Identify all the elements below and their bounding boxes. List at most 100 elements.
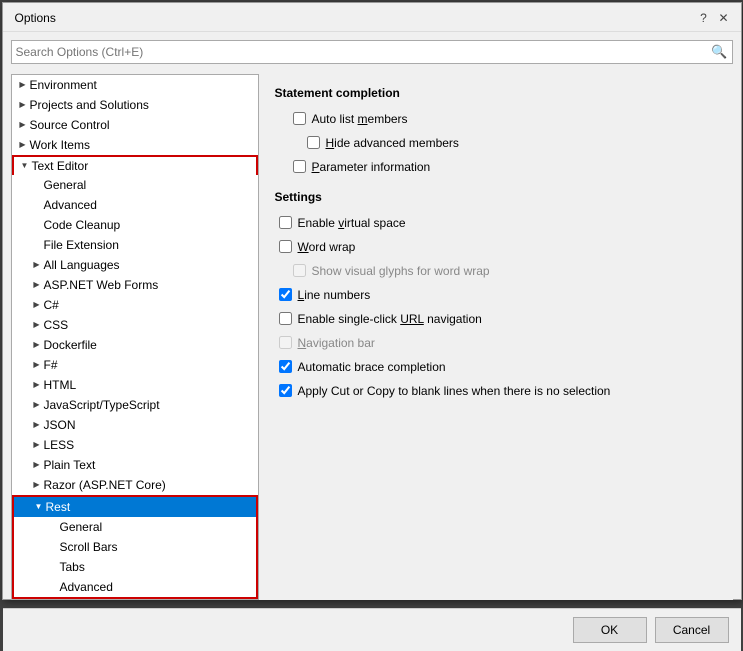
settings-section: Settings Enable virtual space Word wrap … <box>275 190 717 402</box>
tree-item-less[interactable]: LESS <box>12 435 258 455</box>
help-button[interactable]: ? <box>695 9 713 27</box>
tree-item-html[interactable]: HTML <box>12 375 258 395</box>
visual-glyphs-checkbox[interactable] <box>293 264 306 277</box>
search-row: 🔍 <box>11 40 733 64</box>
auto-list-label: Auto list members <box>312 112 408 126</box>
tree-item-environment[interactable]: Environment <box>12 75 258 95</box>
rest-group: Rest General Scroll Bars Tabs Advanced <box>12 495 258 599</box>
tree-item-general[interactable]: General <box>12 175 258 195</box>
tree-label: Razor (ASP.NET Core) <box>44 478 258 492</box>
tree-label: Environment <box>30 78 258 92</box>
tree-arrow <box>32 500 46 514</box>
tree-item-rest[interactable]: Rest <box>14 497 256 517</box>
virtual-space-label: Enable virtual space <box>298 216 406 230</box>
url-nav-checkbox[interactable] <box>279 312 292 325</box>
virtual-space-checkbox[interactable] <box>279 216 292 229</box>
tree-label: JSON <box>44 418 258 432</box>
param-info-checkbox[interactable] <box>293 160 306 173</box>
tree-label: Advanced <box>60 580 256 594</box>
tree-arrow <box>30 258 44 272</box>
tree-item-dockerfile[interactable]: Dockerfile <box>12 335 258 355</box>
tree-label: Advanced <box>44 198 258 212</box>
tree-label: Rest <box>46 500 256 514</box>
tree-label: Source Control <box>30 118 258 132</box>
tree-label: Code Cleanup <box>44 218 258 232</box>
hide-advanced-checkbox[interactable] <box>307 136 320 149</box>
tree-item-rest-advanced[interactable]: Advanced <box>14 577 256 597</box>
tree-item-rest-tabs[interactable]: Tabs <box>14 557 256 577</box>
tree-item-text-editor[interactable]: Text Editor <box>12 155 258 175</box>
tree-arrow <box>30 278 44 292</box>
tree-arrow <box>30 398 44 412</box>
auto-list-checkbox[interactable] <box>293 112 306 125</box>
tree-item-razor[interactable]: Razor (ASP.NET Core) <box>12 475 258 495</box>
brace-completion-checkbox[interactable] <box>279 360 292 373</box>
tree-item-all-languages[interactable]: All Languages <box>12 255 258 275</box>
tree-label: Dockerfile <box>44 338 258 352</box>
tree-item-aspnet[interactable]: ASP.NET Web Forms <box>12 275 258 295</box>
tree-label: General <box>44 178 258 192</box>
tree-label: C# <box>44 298 258 312</box>
tree-label: Scroll Bars <box>60 540 256 554</box>
tree-item-work-items[interactable]: Work Items <box>12 135 258 155</box>
tree-label: F# <box>44 358 258 372</box>
tree-arrow <box>30 298 44 312</box>
dialog-footer: OK Cancel <box>3 608 741 651</box>
tree-arrow <box>16 138 30 152</box>
tree-item-code-cleanup[interactable]: Code Cleanup <box>12 215 258 235</box>
nav-bar-checkbox[interactable] <box>279 336 292 349</box>
options-dialog: Options ? ✕ 🔍 Environment Projects and S… <box>2 2 742 600</box>
tree-label: Projects and Solutions <box>30 98 258 112</box>
line-numbers-checkbox[interactable] <box>279 288 292 301</box>
tree-item-csharp[interactable]: C# <box>12 295 258 315</box>
tree-label: JavaScript/TypeScript <box>44 398 258 412</box>
hide-advanced-label: Hide advanced members <box>326 136 459 150</box>
search-icon: 🔍 <box>711 44 727 60</box>
tree-item-css[interactable]: CSS <box>12 315 258 335</box>
tree-label: LESS <box>44 438 258 452</box>
tree-arrow <box>30 378 44 392</box>
tree-arrow <box>30 358 44 372</box>
tree-label: Text Editor <box>32 159 256 173</box>
tree-item-file-extension[interactable]: File Extension <box>12 235 258 255</box>
visual-glyphs-label: Show visual glyphs for word wrap <box>312 264 490 278</box>
nav-bar-label: Navigation bar <box>298 336 375 350</box>
tree-arrow <box>16 98 30 112</box>
title-bar-buttons: ? ✕ <box>695 9 733 27</box>
word-wrap-checkbox[interactable] <box>279 240 292 253</box>
tree-label: Tabs <box>60 560 256 574</box>
tree-item-fsharp[interactable]: F# <box>12 355 258 375</box>
cut-copy-label: Apply Cut or Copy to blank lines when th… <box>298 384 611 398</box>
tree-label: General <box>60 520 256 534</box>
tree-panel: Environment Projects and Solutions Sourc… <box>11 74 259 600</box>
tree-item-rest-scrollbars[interactable]: Scroll Bars <box>14 537 256 557</box>
word-wrap-label: Word wrap <box>298 240 356 254</box>
tree-item-javascript[interactable]: JavaScript/TypeScript <box>12 395 258 415</box>
close-button[interactable]: ✕ <box>715 9 733 27</box>
tree-arrow <box>30 438 44 452</box>
url-nav-label: Enable single-click URL navigation <box>298 312 482 326</box>
right-panel: Statement completion Auto list members H… <box>259 74 733 600</box>
tree-item-advanced[interactable]: Advanced <box>12 195 258 215</box>
cancel-button[interactable]: Cancel <box>655 617 729 643</box>
checkbox-hide-advanced: Hide advanced members <box>275 132 717 154</box>
statement-completion-title: Statement completion <box>275 86 717 100</box>
checkbox-line-numbers: Line numbers <box>275 284 717 306</box>
tree-label: HTML <box>44 378 258 392</box>
tree-item-json[interactable]: JSON <box>12 415 258 435</box>
tree-label: File Extension <box>44 238 258 252</box>
param-info-label: Parameter information <box>312 160 431 174</box>
tree-arrow <box>16 118 30 132</box>
search-input[interactable] <box>16 45 712 59</box>
ok-button[interactable]: OK <box>573 617 647 643</box>
cut-copy-checkbox[interactable] <box>279 384 292 397</box>
tree-arrow <box>30 478 44 492</box>
tree-label: ASP.NET Web Forms <box>44 278 258 292</box>
tree-item-source-control[interactable]: Source Control <box>12 115 258 135</box>
dialog-body: 🔍 Environment Projects and Solutions Sou… <box>3 32 741 608</box>
tree-item-rest-general[interactable]: General <box>14 517 256 537</box>
dialog-title: Options <box>15 11 56 25</box>
tree-item-plain-text[interactable]: Plain Text <box>12 455 258 475</box>
tree-item-projects[interactable]: Projects and Solutions <box>12 95 258 115</box>
checkbox-param-info: Parameter information <box>275 156 717 178</box>
